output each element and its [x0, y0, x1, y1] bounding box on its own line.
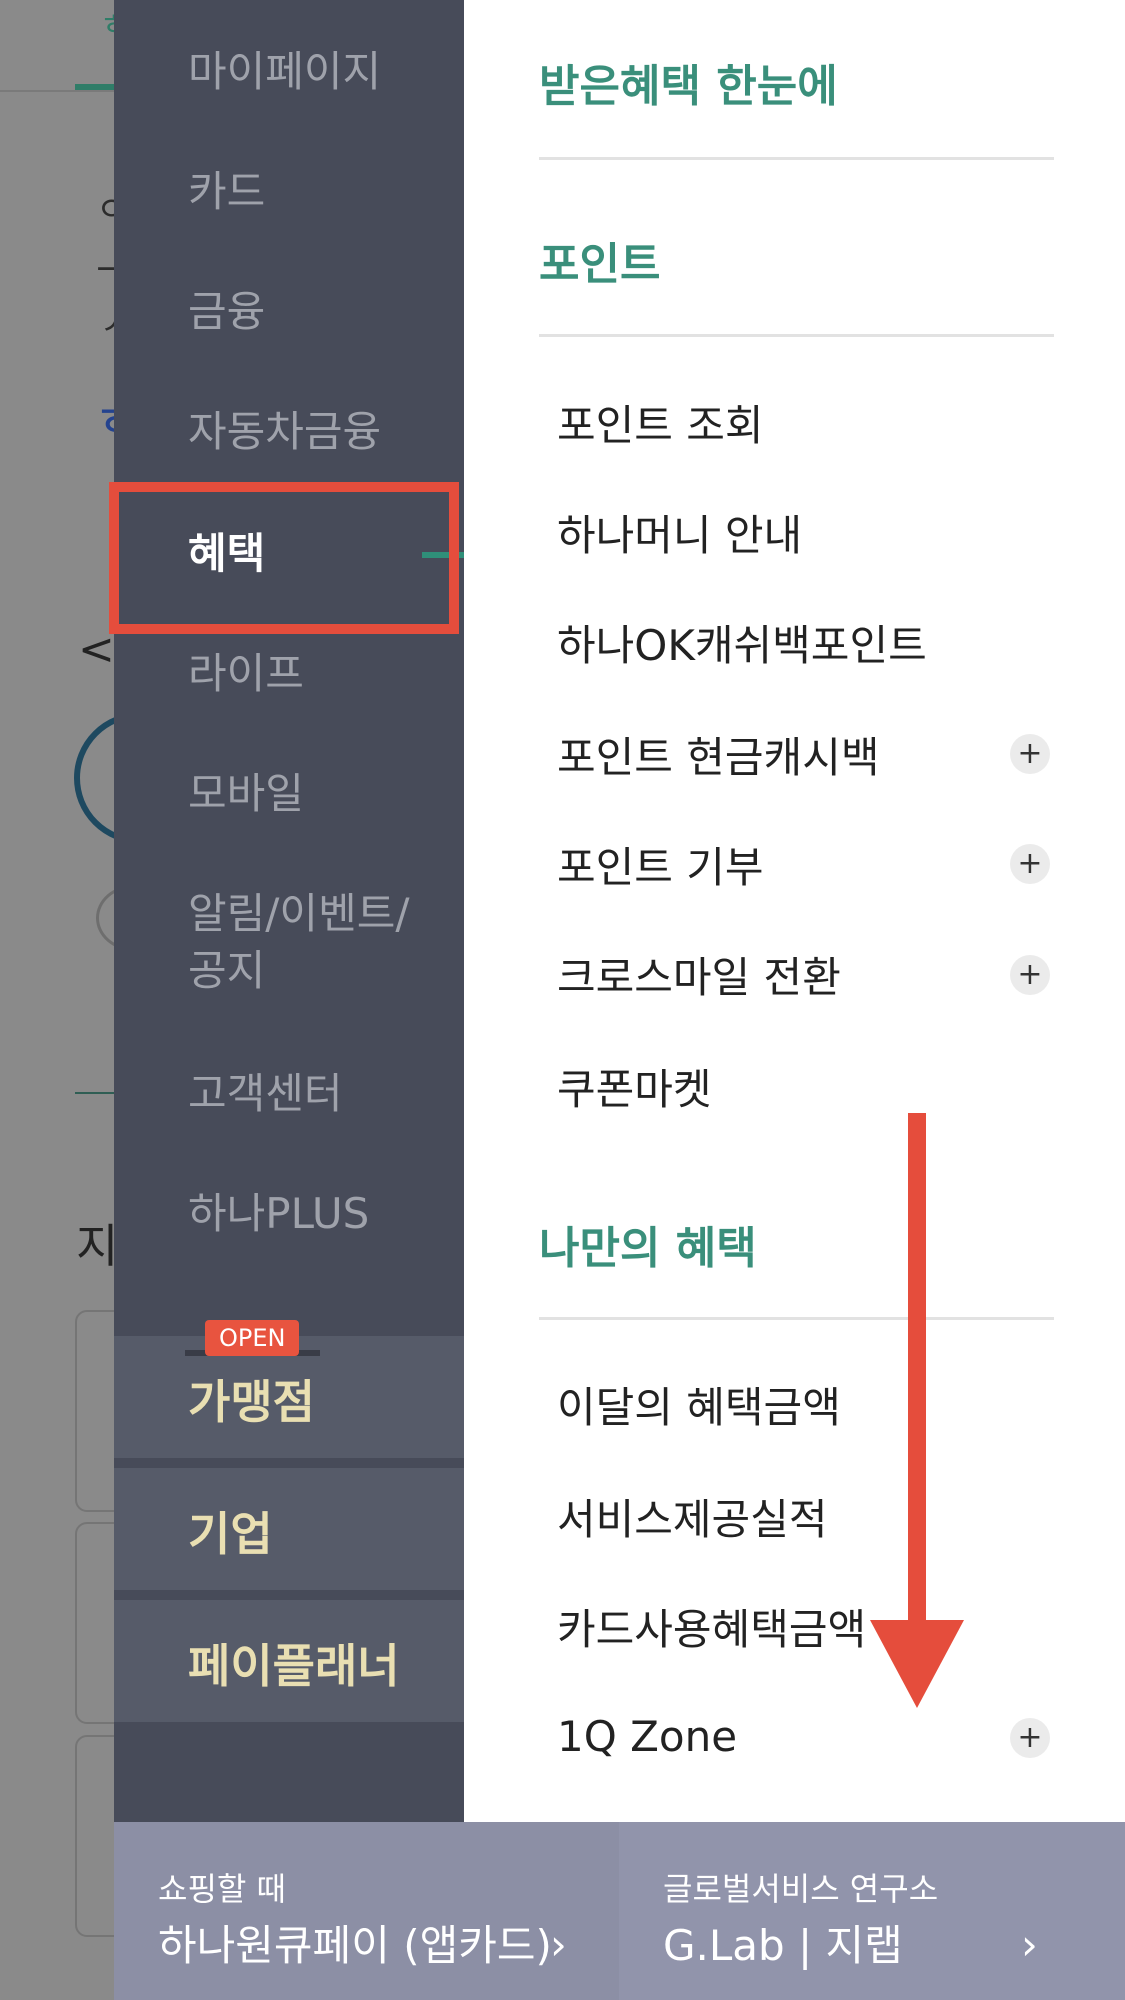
- menu-item-monthly-benefit[interactable]: 이달의 혜택금액: [557, 1374, 841, 1435]
- promo-glab[interactable]: 글로벌서비스 연구소 G.Lab | 지랩 ›: [619, 1822, 1125, 2000]
- submenu-panel: 받은혜택 한눈에 포인트 포인트 조회 하나머니 안내 하나OK캐쉬백포인트 포…: [464, 0, 1125, 1822]
- chevron-right-icon: ›: [550, 1920, 567, 1969]
- nav-item-mobile[interactable]: 모바일: [188, 766, 304, 823]
- nav-block-label: 기업: [188, 1507, 273, 1561]
- menu-item-point-inquiry[interactable]: 포인트 조회: [557, 392, 764, 453]
- menu-item-service-performance[interactable]: 서비스제공실적: [557, 1486, 827, 1547]
- menu-item-card-usage-benefit[interactable]: 카드사용혜택금액: [557, 1596, 866, 1657]
- arrow-down-icon: [870, 1620, 964, 1708]
- highlight-annotation-box: [109, 482, 459, 634]
- nav-item-notices-events[interactable]: 알림/이벤트/공지: [188, 886, 438, 999]
- nav-item-mypage[interactable]: 마이페이지: [188, 44, 381, 101]
- divider: [539, 157, 1054, 160]
- divider: [539, 1317, 1054, 1320]
- menu-item-coupon-market[interactable]: 쿠폰마켓: [557, 1056, 712, 1117]
- nav-item-finance[interactable]: 금융: [188, 284, 265, 341]
- menu-item-ok-cashbag[interactable]: 하나OK캐쉬백포인트: [557, 612, 927, 673]
- divider: [539, 334, 1054, 337]
- promo-title: 하나원큐페이 (앱카드): [158, 1921, 552, 1970]
- expand-plus-icon[interactable]: +: [1010, 1718, 1050, 1758]
- bg-divider: [0, 90, 115, 92]
- nav-item-life[interactable]: 라이프: [188, 646, 304, 703]
- chevron-right-icon: ›: [1021, 1920, 1038, 1969]
- nav-block-label: 페이플래너: [188, 1639, 400, 1693]
- menu-item-crossmile-conversion[interactable]: 크로스마일 전환: [557, 944, 841, 1005]
- nav-item-card[interactable]: 카드: [188, 164, 265, 221]
- link-benefits-overview[interactable]: 받은혜택 한눈에: [539, 50, 838, 114]
- promo-hana-1q-pay[interactable]: 쇼핑할 때 하나원큐페이 (앱카드) ›: [114, 1822, 619, 2000]
- nav-block-pay-planner[interactable]: 페이플래너: [114, 1600, 464, 1722]
- menu-item-point-cashback[interactable]: 포인트 현금캐시백: [557, 724, 879, 785]
- section-title-my-benefits: 나만의 혜택: [539, 1223, 757, 1274]
- nav-item-customer-center[interactable]: 고객센터: [188, 1066, 343, 1123]
- promo-title: G.Lab | 지랩: [663, 1921, 903, 1970]
- expand-plus-icon[interactable]: +: [1010, 955, 1050, 995]
- expand-plus-icon[interactable]: +: [1010, 734, 1050, 774]
- bg-heading-fragment: 지: [76, 1219, 119, 1273]
- nav-block-label: 가맹점: [188, 1375, 315, 1429]
- expand-plus-icon[interactable]: +: [1010, 844, 1050, 884]
- promo-subtitle: 글로벌서비스 연구소: [663, 1870, 939, 1908]
- open-badge: OPEN: [205, 1320, 300, 1356]
- nav-block-business[interactable]: 기업: [114, 1468, 464, 1590]
- menu-item-hanamoney-guide[interactable]: 하나머니 안내: [557, 502, 802, 563]
- section-title-points: 포인트: [539, 239, 661, 290]
- promo-subtitle: 쇼핑할 때: [158, 1870, 286, 1908]
- menu-item-point-donation[interactable]: 포인트 기부: [557, 834, 764, 895]
- nav-item-auto-finance[interactable]: 자동차금융: [188, 404, 381, 461]
- scroll-arrow-annotation: [908, 1113, 926, 1633]
- menu-item-1q-zone[interactable]: 1Q Zone: [557, 1712, 737, 1761]
- nav-item-hana-plus[interactable]: 하나PLUS: [188, 1186, 369, 1243]
